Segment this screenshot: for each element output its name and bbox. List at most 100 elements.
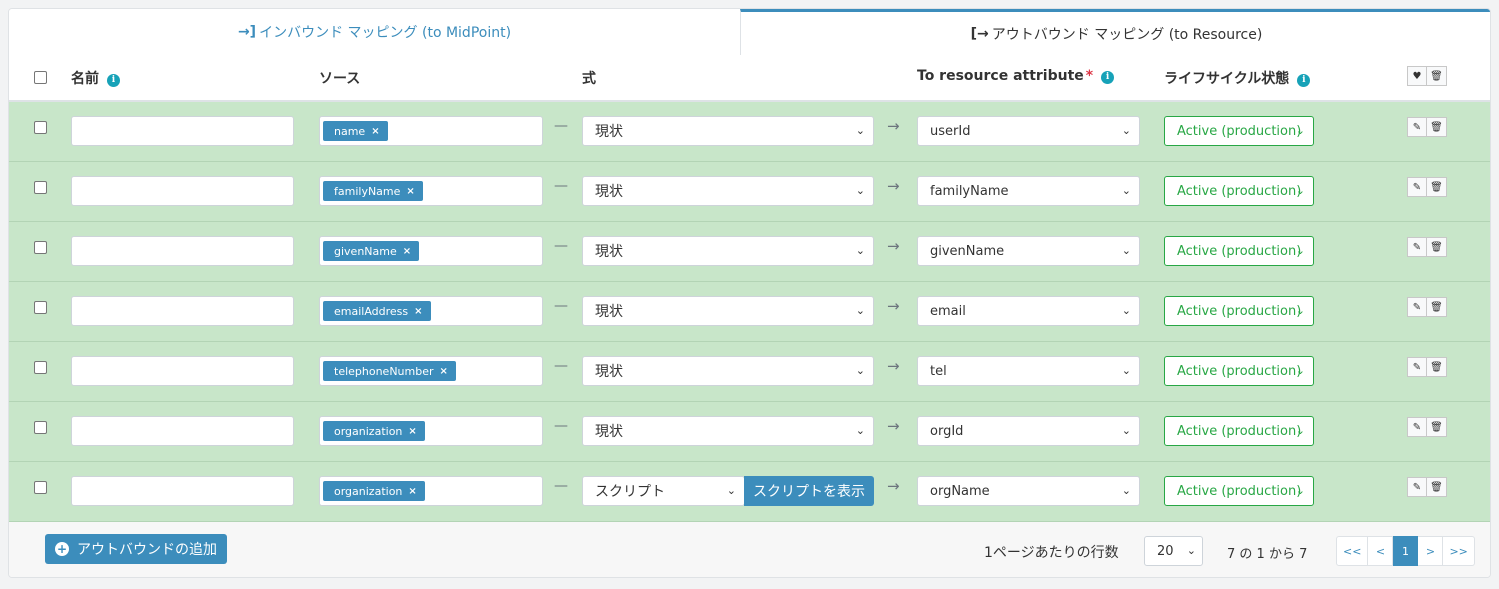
lifecycle-value: Active (production) [1177,243,1302,259]
source-input[interactable]: organization × [319,416,543,446]
target-attribute-select[interactable]: userId ⌄ [917,116,1140,146]
edit-icon[interactable]: ✎ [1407,417,1427,437]
trash-icon[interactable]: 🗑 [1427,177,1447,197]
row-checkbox[interactable] [34,121,47,134]
target-attribute-select[interactable]: orgName ⌄ [917,476,1140,506]
row-actions: ✎ 🗑 [1407,117,1447,137]
lifecycle-select[interactable]: Active (production) ⌄ [1164,416,1314,446]
trash-icon[interactable]: 🗑 [1427,477,1447,497]
page-next[interactable]: > [1418,536,1444,566]
trash-icon[interactable]: 🗑 [1427,357,1447,377]
add-outbound-button[interactable]: + アウトバウンドの追加 [45,534,227,564]
lifecycle-select[interactable]: Active (production) ⌄ [1164,236,1314,266]
arrow-right-icon: → [887,417,900,435]
page-last[interactable]: >> [1443,536,1475,566]
chevron-down-icon: ⌄ [855,304,865,317]
target-attribute-value: tel [930,363,947,379]
expression-value: 現状 [595,304,623,320]
name-input[interactable] [71,296,294,326]
source-tag: organization × [323,481,425,501]
chevron-down-icon: ⌄ [855,184,865,197]
edit-icon[interactable]: ✎ [1407,117,1427,137]
expression-select[interactable]: 現状 ⌄ [582,116,874,146]
edit-icon[interactable]: ✎ [1407,477,1427,497]
expression-select[interactable]: 現状 ⌄ [582,356,874,386]
target-attribute-select[interactable]: email ⌄ [917,296,1140,326]
target-attribute-select[interactable]: familyName ⌄ [917,176,1140,206]
expression-value: スクリプト [595,484,665,500]
remove-tag-icon[interactable]: × [440,366,448,377]
trash-icon[interactable]: 🗑 [1427,237,1447,257]
remove-tag-icon[interactable]: × [408,486,416,497]
lifecycle-select[interactable]: Active (production) ⌄ [1164,296,1314,326]
name-input[interactable] [71,236,294,266]
source-input[interactable]: name × [319,116,543,146]
select-all-checkbox[interactable] [34,71,47,84]
show-script-button[interactable]: スクリプトを表示 [744,476,874,506]
page-current[interactable]: 1 [1393,536,1419,566]
chevron-down-icon: ⌄ [1295,364,1305,377]
name-input[interactable] [71,356,294,386]
source-tag: name × [323,121,388,141]
page-prev[interactable]: < [1368,536,1394,566]
expression-select[interactable]: スクリプト ⌄ [582,476,745,506]
column-header-lifecycle: ライフサイクル状態 i [1164,68,1311,88]
lifecycle-select[interactable]: Active (production) ⌄ [1164,476,1314,506]
heart-pulse-icon[interactable]: ♥ [1407,66,1427,86]
target-attribute-select[interactable]: givenName ⌄ [917,236,1140,266]
tab-inbound[interactable]: →] インバウンド マッピング (to MidPoint) [9,9,740,54]
arrow-right-icon: → [887,297,900,315]
arrow-right-icon: → [887,117,900,135]
source-input[interactable]: familyName × [319,176,543,206]
edit-icon[interactable]: ✎ [1407,177,1427,197]
source-input[interactable]: telephoneNumber × [319,356,543,386]
column-header-name: 名前 i [71,68,120,88]
remove-tag-icon[interactable]: × [371,126,379,137]
tab-outbound[interactable]: [→ アウトバウンド マッピング (to Resource) [740,9,1490,55]
source-input[interactable]: givenName × [319,236,543,266]
name-input[interactable] [71,176,294,206]
trash-icon[interactable]: 🗑 [1427,66,1447,86]
target-attribute-select[interactable]: orgId ⌄ [917,416,1140,446]
lifecycle-value: Active (production) [1177,363,1302,379]
expression-select[interactable]: 現状 ⌄ [582,176,874,206]
source-tag: emailAddress × [323,301,431,321]
expression-select[interactable]: 現状 ⌄ [582,416,874,446]
page-first[interactable]: << [1336,536,1369,566]
info-icon[interactable]: i [107,74,120,87]
lifecycle-select[interactable]: Active (production) ⌄ [1164,356,1314,386]
chevron-down-icon: ⌄ [1295,304,1305,317]
source-tag-label: organization [334,484,403,498]
lifecycle-select[interactable]: Active (production) ⌄ [1164,116,1314,146]
row-checkbox[interactable] [34,241,47,254]
name-input[interactable] [71,476,294,506]
info-icon[interactable]: i [1297,74,1311,87]
trash-icon[interactable]: 🗑 [1427,417,1447,437]
table-row: telephoneNumber × — 現状 ⌄ → tel ⌄ Active (product… [9,342,1490,402]
expression-select[interactable]: 現状 ⌄ [582,296,874,326]
row-checkbox[interactable] [34,181,47,194]
row-checkbox[interactable] [34,481,47,494]
remove-tag-icon[interactable]: × [403,246,411,257]
name-input[interactable] [71,416,294,446]
column-header-target: To resource attribute * i [917,68,1115,84]
remove-tag-icon[interactable]: × [414,306,422,317]
row-checkbox[interactable] [34,361,47,374]
trash-icon[interactable]: 🗑 [1427,117,1447,137]
info-icon[interactable]: i [1101,71,1115,84]
edit-icon[interactable]: ✎ [1407,297,1427,317]
expression-select[interactable]: 現状 ⌄ [582,236,874,266]
name-input[interactable] [71,116,294,146]
source-input[interactable]: organization × [319,476,543,506]
row-checkbox[interactable] [34,301,47,314]
edit-icon[interactable]: ✎ [1407,357,1427,377]
trash-icon[interactable]: 🗑 [1427,297,1447,317]
edit-icon[interactable]: ✎ [1407,237,1427,257]
remove-tag-icon[interactable]: × [406,186,414,197]
rows-per-page-select[interactable]: 20 ⌄ [1144,536,1203,566]
row-checkbox[interactable] [34,421,47,434]
lifecycle-select[interactable]: Active (production) ⌄ [1164,176,1314,206]
remove-tag-icon[interactable]: × [408,426,416,437]
source-input[interactable]: emailAddress × [319,296,543,326]
target-attribute-select[interactable]: tel ⌄ [917,356,1140,386]
